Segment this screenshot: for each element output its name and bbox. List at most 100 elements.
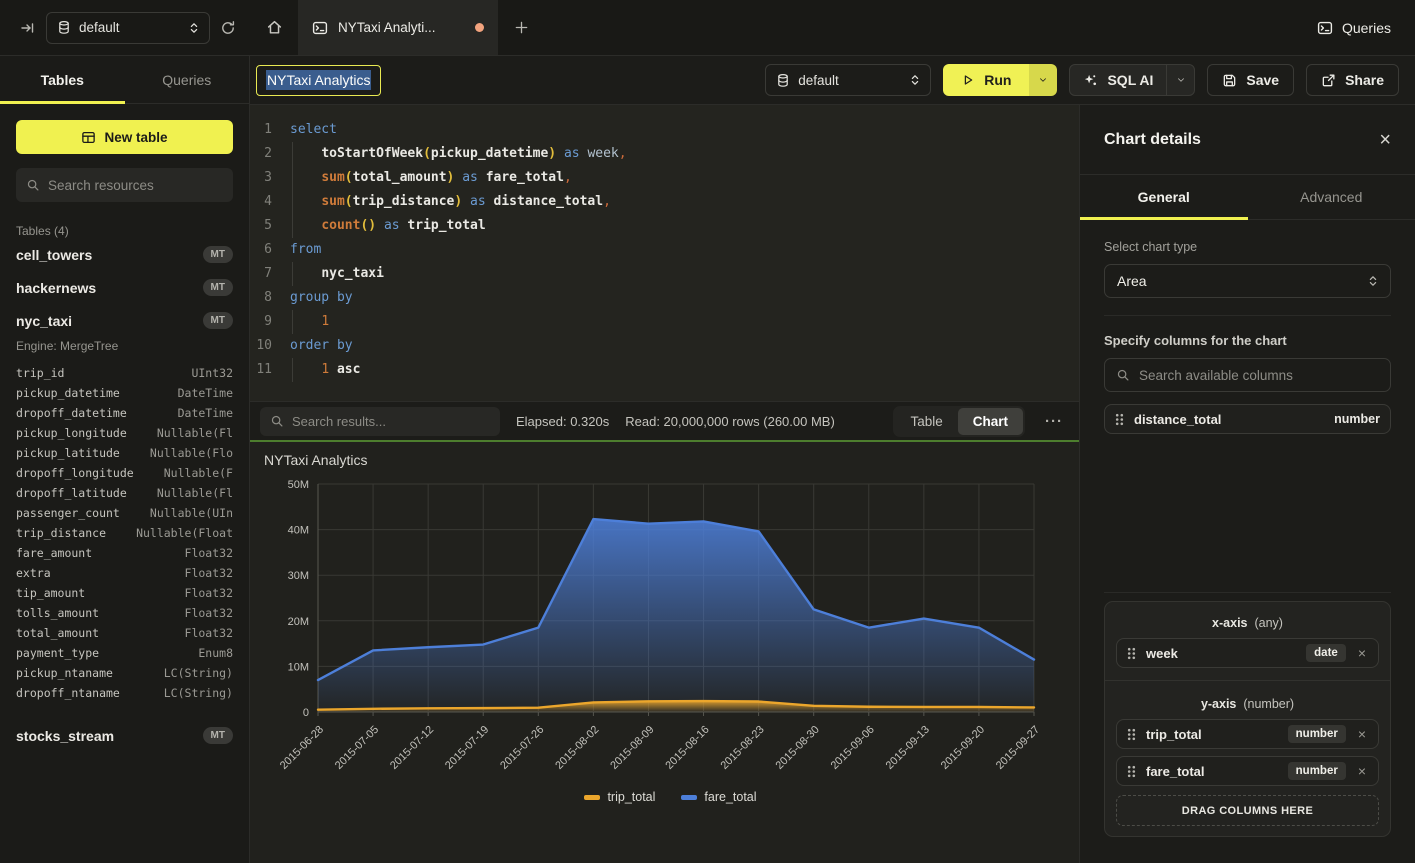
- column-row: extra Float32: [16, 563, 233, 583]
- sql-editor[interactable]: 1 select 2 toStartOfWeek(pickup_datetime…: [250, 105, 1079, 401]
- column-row: pickup_longitude Nullable(Fl: [16, 423, 233, 443]
- code-line: 4 sum(trip_distance) as distance_total,: [250, 190, 1079, 214]
- column-chip-distance_total[interactable]: distance_total number: [1104, 404, 1391, 434]
- table-item-nyc_taxi[interactable]: nyc_taxi MT: [16, 304, 233, 337]
- table-item-stocks_stream[interactable]: stocks_stream MT: [16, 719, 233, 752]
- line-number: 6: [250, 238, 290, 262]
- column-type: Nullable(Float: [136, 526, 233, 540]
- table-item-cell_towers[interactable]: cell_towers MT: [16, 238, 233, 271]
- panel-tab-advanced[interactable]: Advanced: [1248, 175, 1415, 219]
- column-name: extra: [16, 566, 51, 580]
- legend-swatch: [681, 795, 697, 800]
- run-button[interactable]: Run: [943, 64, 1029, 96]
- drop-zone[interactable]: DRAG COLUMNS HERE: [1116, 795, 1379, 826]
- remove-column-icon[interactable]: ×: [1356, 645, 1368, 661]
- column-chip-fare_total[interactable]: fare_total number×: [1116, 756, 1379, 786]
- terminal-icon: [312, 20, 328, 36]
- table-item-hackernews[interactable]: hackernews MT: [16, 271, 233, 304]
- view-tab-table[interactable]: Table: [895, 408, 957, 435]
- legend-item-fare_total[interactable]: fare_total: [681, 790, 756, 804]
- line-number: 9: [250, 310, 290, 334]
- code-line: 3 sum(total_amount) as fare_total,: [250, 166, 1079, 190]
- home-button[interactable]: [250, 0, 298, 55]
- svg-text:2015-08-09: 2015-08-09: [608, 724, 656, 772]
- more-options-icon[interactable]: ···: [1041, 413, 1067, 430]
- column-type: number: [1334, 412, 1380, 426]
- database-icon: [776, 73, 790, 88]
- topbar-database-selector[interactable]: default: [46, 12, 210, 44]
- remove-column-icon[interactable]: ×: [1356, 726, 1368, 742]
- run-button-group: Run: [943, 64, 1057, 96]
- query-database-selector[interactable]: default: [765, 64, 931, 96]
- legend-label: trip_total: [607, 790, 655, 804]
- collapse-sidebar-icon[interactable]: [20, 20, 36, 36]
- column-row: dropoff_latitude Nullable(Fl: [16, 483, 233, 503]
- sparkle-icon: [1083, 73, 1098, 88]
- queries-button[interactable]: Queries: [1317, 20, 1391, 36]
- table-name: cell_towers: [16, 247, 92, 263]
- line-number: 5: [250, 214, 290, 238]
- column-name: week: [1146, 646, 1296, 661]
- column-type: Float32: [185, 586, 233, 600]
- search-icon: [1116, 368, 1130, 382]
- column-name: tolls_amount: [16, 606, 99, 620]
- home-icon: [266, 19, 283, 36]
- column-name: passenger_count: [16, 506, 120, 520]
- drag-handle-icon[interactable]: [1115, 413, 1124, 426]
- engine-badge: MT: [203, 312, 233, 329]
- chevron-down-icon: [1038, 75, 1048, 85]
- panel-tab-general[interactable]: General: [1080, 175, 1248, 219]
- view-tab-chart[interactable]: Chart: [958, 408, 1023, 435]
- query-title-input[interactable]: NYTaxi Analytics: [256, 65, 381, 96]
- drag-handle-icon[interactable]: [1127, 728, 1136, 741]
- svg-text:2015-07-12: 2015-07-12: [388, 724, 436, 772]
- svg-text:2015-09-20: 2015-09-20: [939, 724, 987, 772]
- results-search-input[interactable]: [292, 414, 490, 429]
- column-type: Nullable(Fl: [157, 486, 233, 500]
- sql-ai-label: SQL AI: [1107, 72, 1153, 88]
- query-title-text: NYTaxi Analytics: [266, 70, 371, 90]
- refresh-icon[interactable]: [220, 20, 236, 36]
- query-tab[interactable]: NYTaxi Analyti...: [298, 0, 498, 55]
- read-stat: Read: 20,000,000 rows (260.00 MB): [625, 414, 835, 429]
- columns-search-input[interactable]: [1139, 368, 1379, 383]
- results-chart[interactable]: 0 10M 20M 30M 40M 50M 2015-06-28 2015-07…: [262, 472, 1076, 784]
- column-row: dropoff_datetime DateTime: [16, 403, 233, 423]
- sidebar-tab-queries[interactable]: Queries: [125, 56, 250, 103]
- y-axis-items: trip_total number× fare_total number×: [1116, 719, 1379, 786]
- column-name: total_amount: [16, 626, 99, 640]
- run-label: Run: [984, 72, 1011, 88]
- sidebar-search[interactable]: [16, 168, 233, 202]
- svg-text:0: 0: [303, 707, 309, 719]
- legend-label: fare_total: [704, 790, 756, 804]
- save-button[interactable]: Save: [1207, 64, 1294, 96]
- svg-text:2015-08-30: 2015-08-30: [774, 724, 822, 772]
- column-chip-trip_total[interactable]: trip_total number×: [1116, 719, 1379, 749]
- new-tab-button[interactable]: [498, 0, 544, 55]
- new-table-button[interactable]: New table: [16, 120, 233, 154]
- drag-handle-icon[interactable]: [1127, 647, 1136, 660]
- results-toolbar: Elapsed: 0.320s Read: 20,000,000 rows (2…: [250, 401, 1079, 440]
- run-options-button[interactable]: [1029, 64, 1057, 96]
- chart-type-label: Select chart type: [1104, 240, 1391, 254]
- chart-type-select[interactable]: Area: [1104, 264, 1391, 298]
- sidebar-tab-tables[interactable]: Tables: [0, 56, 125, 103]
- columns-search[interactable]: [1104, 358, 1391, 392]
- code-line: 10 order by: [250, 334, 1079, 358]
- column-chip-week[interactable]: week date×: [1116, 638, 1379, 668]
- close-icon[interactable]: ×: [1379, 130, 1391, 150]
- sql-ai-options-button[interactable]: [1166, 65, 1194, 95]
- results-search[interactable]: [260, 407, 500, 436]
- save-label: Save: [1246, 72, 1279, 88]
- sidebar-search-input[interactable]: [48, 178, 223, 193]
- column-name: tip_amount: [16, 586, 85, 600]
- share-button[interactable]: Share: [1306, 64, 1399, 96]
- remove-column-icon[interactable]: ×: [1356, 763, 1368, 779]
- legend-item-trip_total[interactable]: trip_total: [584, 790, 655, 804]
- table-name: hackernews: [16, 280, 96, 296]
- sql-ai-button[interactable]: SQL AI: [1070, 65, 1166, 95]
- column-row: total_amount Float32: [16, 623, 233, 643]
- sidebar: Tables Queries New table Tables (4) cell…: [0, 56, 250, 863]
- drag-handle-icon[interactable]: [1127, 765, 1136, 778]
- x-axis-header: x-axis (any): [1116, 612, 1379, 638]
